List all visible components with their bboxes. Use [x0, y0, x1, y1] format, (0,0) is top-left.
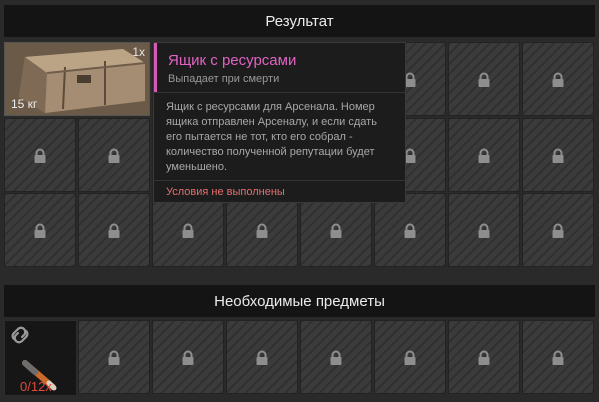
- tooltip-divider: [154, 180, 405, 181]
- result-title: Результат: [265, 12, 334, 30]
- lock-icon: [254, 223, 270, 239]
- lock-icon: [328, 350, 344, 366]
- required-item-count: 0/12x: [20, 379, 52, 394]
- required-title: Необходимые предметы: [214, 292, 385, 310]
- locked-slot: [226, 193, 298, 267]
- locked-slot: [448, 193, 520, 267]
- tooltip-condition: Условия не выполнены: [166, 186, 285, 198]
- locked-slot: [448, 320, 520, 394]
- lock-icon: [32, 148, 48, 164]
- lock-icon: [476, 350, 492, 366]
- lock-icon: [254, 350, 270, 366]
- locked-slot: [522, 118, 594, 192]
- lock-icon: [180, 350, 196, 366]
- locked-slot: [152, 320, 224, 394]
- locked-slot: [4, 118, 76, 192]
- lock-icon: [550, 148, 566, 164]
- tooltip-subtitle: Выпадает при смерти: [168, 73, 280, 85]
- lock-icon: [402, 350, 418, 366]
- lock-icon: [180, 223, 196, 239]
- item-weight: 15 кг: [11, 97, 38, 111]
- tooltip-divider: [154, 92, 405, 93]
- result-item-slot[interactable]: 1x 15 кг: [4, 42, 150, 116]
- locked-slot: [522, 320, 594, 394]
- locked-slot: [522, 42, 594, 116]
- locked-slot: [152, 193, 224, 267]
- locked-slot: [300, 320, 372, 394]
- lock-icon: [32, 223, 48, 239]
- lock-icon: [106, 148, 122, 164]
- lock-icon: [476, 223, 492, 239]
- lock-icon: [106, 350, 122, 366]
- lock-icon: [106, 223, 122, 239]
- lock-icon: [402, 223, 418, 239]
- item-count: 1x: [132, 45, 145, 59]
- tooltip-header: Ящик с ресурсами Выпадает при смерти: [154, 43, 405, 92]
- locked-slot: [448, 118, 520, 192]
- lock-icon: [476, 148, 492, 164]
- required-header: Необходимые предметы: [4, 285, 595, 317]
- locked-slot: [78, 193, 150, 267]
- locked-slot: [226, 320, 298, 394]
- lock-icon: [550, 223, 566, 239]
- lock-icon: [550, 72, 566, 88]
- locked-slot: [374, 320, 446, 394]
- lock-icon: [328, 223, 344, 239]
- locked-slot: [4, 193, 76, 267]
- locked-slot: [300, 193, 372, 267]
- result-header: Результат: [4, 5, 595, 37]
- required-item-slot[interactable]: 0/12x: [4, 320, 77, 396]
- locked-slot: [78, 320, 150, 394]
- lock-icon: [476, 72, 492, 88]
- tooltip-description: Ящик с ресурсами для Арсенала. Номер ящи…: [166, 101, 377, 173]
- lock-icon: [550, 350, 566, 366]
- locked-slot: [522, 193, 594, 267]
- tooltip-title: Ящик с ресурсами: [168, 52, 297, 69]
- item-tooltip: Ящик с ресурсами Выпадает при смерти Ящи…: [153, 42, 406, 203]
- locked-slot: [374, 193, 446, 267]
- locked-slot: [78, 118, 150, 192]
- locked-slot: [448, 42, 520, 116]
